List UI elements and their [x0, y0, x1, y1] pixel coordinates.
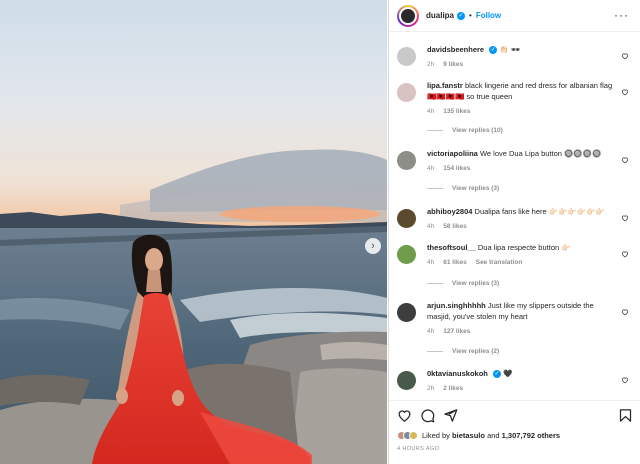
comment-time: 4h: [427, 107, 435, 115]
comments-list[interactable]: davidsbeenhere ✓ 👏🏻 🕶 2h 9 likes lipa.fan…: [389, 33, 640, 396]
comment-time: 2h: [427, 384, 435, 392]
comment-text: We love Dua Lipa button 🔘🔘🔘🔘: [479, 149, 602, 158]
comment-item: lipa.fanstr black lingerie and red dress…: [397, 81, 633, 116]
verified-badge-icon: ✓: [492, 370, 501, 379]
comment-likes[interactable]: 58 likes: [443, 223, 467, 230]
comment-username[interactable]: arjun.singhhhhh: [427, 301, 486, 310]
comment-time: 2h: [427, 60, 435, 68]
comment-username[interactable]: 0ktavianuskokoh: [427, 369, 488, 378]
heart-icon[interactable]: [621, 52, 629, 60]
heart-icon[interactable]: [621, 156, 629, 164]
more-options-icon[interactable]: ···: [614, 8, 629, 22]
comment-time: 4h: [427, 222, 435, 230]
view-replies-button[interactable]: View replies (3): [427, 185, 499, 192]
verified-badge-icon: ✓: [457, 11, 466, 20]
heart-icon[interactable]: [621, 250, 629, 258]
see-translation-link[interactable]: See translation: [476, 259, 523, 266]
heart-icon[interactable]: [621, 214, 629, 222]
avatar[interactable]: [397, 83, 416, 102]
heart-icon[interactable]: [397, 408, 412, 423]
comment-icon[interactable]: [420, 408, 435, 423]
post-photo: ›: [0, 0, 387, 464]
comment-text: Dua lipa respecte button 👉🏻: [477, 243, 571, 252]
view-replies-button[interactable]: View replies (10): [427, 127, 503, 134]
likes-and: and: [487, 431, 500, 440]
view-replies-button[interactable]: View replies (3): [427, 280, 499, 287]
comment-username[interactable]: abhiboy2804: [427, 207, 472, 216]
post-actions-bar: [389, 400, 640, 428]
likes-prefix: Liked by: [422, 431, 450, 440]
comment-item: davidsbeenhere ✓ 👏🏻 🕶 2h 9 likes: [397, 45, 633, 69]
heart-icon[interactable]: [621, 88, 629, 96]
post-username[interactable]: dualipa: [426, 11, 454, 20]
comment-username[interactable]: victoriapoliina: [427, 149, 478, 158]
avatar[interactable]: [397, 151, 416, 170]
post-timestamp[interactable]: 4 HOURS AGO: [397, 446, 439, 452]
comment-likes[interactable]: 135 likes: [443, 108, 470, 115]
comment-text: 🖤: [503, 369, 513, 378]
comment-item: victoriapoliina We love Dua Lipa button …: [397, 149, 633, 173]
chevron-right-icon[interactable]: ›: [365, 238, 381, 254]
comment-item: thesoftsoul__ Dua lipa respecte button 👉…: [397, 243, 633, 267]
comment-text: 👏🏻 🕶: [499, 45, 521, 54]
comment-likes[interactable]: 154 likes: [443, 165, 470, 172]
avatar[interactable]: [397, 47, 416, 66]
liker-avatars: [397, 431, 418, 440]
avatar[interactable]: [397, 4, 419, 27]
comment-time: 4h: [427, 327, 435, 335]
comment-username[interactable]: lipa.fanstr: [427, 81, 463, 90]
follow-button[interactable]: Follow: [476, 11, 501, 20]
verified-badge-icon: ✓: [489, 46, 498, 55]
comment-likes[interactable]: 2 likes: [443, 385, 463, 392]
comment-username[interactable]: thesoftsoul__: [427, 243, 476, 252]
likes-summary: Liked by bietasulo and 1,307,792 others: [397, 431, 560, 440]
comment-item: arjun.singhhhhh Just like my slippers ou…: [397, 301, 633, 336]
avatar[interactable]: [397, 209, 416, 228]
separator-dot: •: [469, 11, 472, 20]
comment-item: abhiboy2804 Dualipa fans like here 👉🏻👉🏻👉…: [397, 207, 633, 231]
comment-item: 0ktavianuskokoh ✓ 🖤 2h 2 likes: [397, 369, 633, 393]
liker-username[interactable]: bietasulo: [452, 431, 485, 440]
comment-likes[interactable]: 61 likes: [443, 259, 467, 266]
share-icon[interactable]: [443, 408, 458, 423]
likes-count[interactable]: 1,307,792 others: [502, 431, 560, 440]
comment-time: 4h: [427, 258, 435, 266]
comment-likes[interactable]: 127 likes: [443, 328, 470, 335]
avatar[interactable]: [397, 245, 416, 264]
sunset-sea-photo: [0, 0, 387, 464]
heart-icon[interactable]: [621, 308, 629, 316]
comment-likes[interactable]: 9 likes: [443, 61, 463, 68]
post-side-panel: dualipa ✓ • Follow ··· davidsbeenhere ✓ …: [388, 0, 640, 464]
bookmark-icon[interactable]: [618, 408, 633, 423]
avatar[interactable]: [397, 303, 416, 322]
view-replies-button[interactable]: View replies (2): [427, 348, 499, 355]
comment-text: Dualipa fans like here 👉🏻👉🏻👉🏻👉🏻👉🏻👉🏻: [474, 207, 605, 216]
heart-icon[interactable]: [621, 376, 629, 384]
avatar[interactable]: [397, 371, 416, 390]
comment-username[interactable]: davidsbeenhere: [427, 45, 484, 54]
post-header: dualipa ✓ • Follow ···: [389, 0, 640, 32]
comment-time: 4h: [427, 164, 435, 172]
